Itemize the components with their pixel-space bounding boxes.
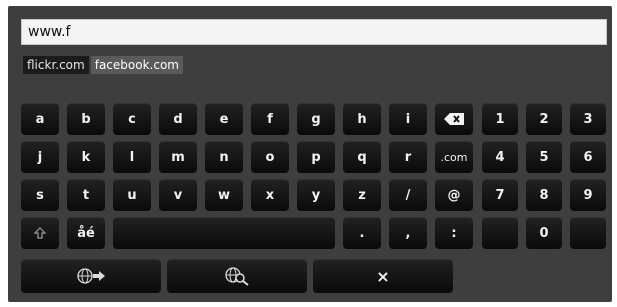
suggestion-flickr[interactable]: flickr.com xyxy=(23,56,89,74)
go-url-button[interactable] xyxy=(21,259,161,293)
key-8[interactable]: 8 xyxy=(526,179,562,211)
key-k[interactable]: k xyxy=(67,141,105,173)
key-b[interactable]: b xyxy=(67,103,105,135)
key-q[interactable]: q xyxy=(343,141,381,173)
close-button[interactable]: × xyxy=(313,259,453,293)
key-7[interactable]: 7 xyxy=(482,179,518,211)
key-2[interactable]: 2 xyxy=(526,103,562,135)
key-d[interactable]: d xyxy=(159,103,197,135)
accent-key[interactable]: åé xyxy=(67,217,105,249)
key-a[interactable]: a xyxy=(21,103,59,135)
key-3[interactable]: 3 xyxy=(570,103,606,135)
key-r[interactable]: r xyxy=(389,141,427,173)
dot-key[interactable]: . xyxy=(343,217,381,249)
key-g[interactable]: g xyxy=(297,103,335,135)
space-key[interactable] xyxy=(113,217,335,249)
backspace-icon xyxy=(444,113,464,125)
numpad-blank-left[interactable] xyxy=(482,217,518,249)
key-o[interactable]: o xyxy=(251,141,289,173)
backspace-key[interactable] xyxy=(435,103,473,135)
web-search-button[interactable] xyxy=(167,259,307,293)
key-u[interactable]: u xyxy=(113,179,151,211)
key-4[interactable]: 4 xyxy=(482,141,518,173)
at-key[interactable]: @ xyxy=(435,179,473,211)
web-search-icon xyxy=(225,267,249,286)
comma-key[interactable]: , xyxy=(389,217,427,249)
key-1[interactable]: 1 xyxy=(482,103,518,135)
key-x[interactable]: x xyxy=(251,179,289,211)
key-h[interactable]: h xyxy=(343,103,381,135)
key-y[interactable]: y xyxy=(297,179,335,211)
key-9[interactable]: 9 xyxy=(570,179,606,211)
key-slash[interactable]: / xyxy=(389,179,427,211)
key-v[interactable]: v xyxy=(159,179,197,211)
shift-key[interactable] xyxy=(21,217,59,249)
suggestion-facebook[interactable]: facebook.com xyxy=(90,56,183,74)
key-n[interactable]: n xyxy=(205,141,243,173)
url-input[interactable]: www.f xyxy=(21,19,607,45)
shift-icon xyxy=(34,227,46,239)
go-url-icon xyxy=(77,268,105,284)
key-z[interactable]: z xyxy=(343,179,381,211)
colon-key[interactable]: : xyxy=(435,217,473,249)
dotcom-key[interactable]: .com xyxy=(435,141,473,173)
key-c[interactable]: c xyxy=(113,103,151,135)
key-j[interactable]: j xyxy=(21,141,59,173)
numpad-blank-right[interactable] xyxy=(570,217,606,249)
key-0[interactable]: 0 xyxy=(526,217,562,249)
key-w[interactable]: w xyxy=(205,179,243,211)
key-p[interactable]: p xyxy=(297,141,335,173)
key-m[interactable]: m xyxy=(159,141,197,173)
key-l[interactable]: l xyxy=(113,141,151,173)
key-t[interactable]: t xyxy=(67,179,105,211)
key-e[interactable]: e xyxy=(205,103,243,135)
key-6[interactable]: 6 xyxy=(570,141,606,173)
key-s[interactable]: s xyxy=(21,179,59,211)
key-i[interactable]: i xyxy=(389,103,427,135)
virtual-keyboard-panel: www.f flickr.com facebook.com a b c d e … xyxy=(8,6,612,302)
key-f[interactable]: f xyxy=(251,103,289,135)
url-suggestions: flickr.com facebook.com xyxy=(23,56,183,74)
key-5[interactable]: 5 xyxy=(526,141,562,173)
